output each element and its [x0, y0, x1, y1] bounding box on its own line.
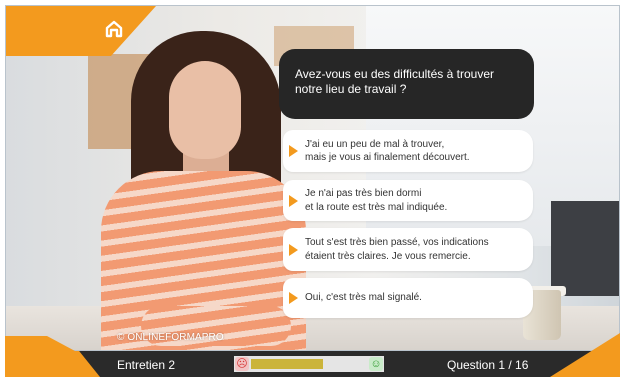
interviewer-image [101, 21, 306, 350]
arrow-right-icon [289, 243, 298, 256]
footer-bar: Entretien 2 ☹ ☺ Question 1 / 16 [5, 333, 620, 377]
question-bubble: Avez-vous eu des difficultés à trouver n… [279, 49, 534, 119]
question-counter: Question 1 / 16 [447, 358, 529, 372]
scene: Avez-vous eu des difficultés à trouver n… [5, 5, 620, 351]
answer-option-4[interactable]: Oui, c'est très mal signalé. [283, 278, 533, 318]
answer-option-1[interactable]: J'ai eu un peu de mal à trouver, mais je… [283, 130, 533, 172]
answer-text: J'ai eu un peu de mal à trouver, mais je… [305, 138, 470, 164]
background-cabinet [551, 201, 619, 296]
satisfaction-progress: ☹ ☺ [234, 356, 384, 372]
interview-title: Entretien 2 [117, 358, 176, 372]
answer-text: Tout s'est très bien passé, vos indicati… [305, 237, 489, 262]
answer-option-3[interactable]: Tout s'est très bien passé, vos indicati… [283, 228, 533, 271]
progress-fill [251, 359, 323, 369]
question-text: Avez-vous eu des difficultés à trouver n… [295, 67, 494, 96]
arrow-right-icon [289, 292, 298, 304]
footer-accent-left [5, 351, 100, 377]
sad-face-icon: ☹ [235, 357, 249, 371]
answer-text: Je n'ai pas très bien dormi et la route … [305, 188, 448, 213]
arrow-right-icon [289, 194, 298, 207]
interviewer-face [169, 61, 241, 159]
happy-face-icon: ☺ [369, 357, 383, 371]
arrow-right-icon [289, 145, 298, 157]
answer-text: Oui, c'est très mal signalé. [305, 292, 422, 304]
copyright-watermark: © ONLINEFORMAPRO [117, 332, 224, 343]
home-icon [105, 20, 123, 38]
answer-option-2[interactable]: Je n'ai pas très bien dormi et la route … [283, 180, 533, 221]
